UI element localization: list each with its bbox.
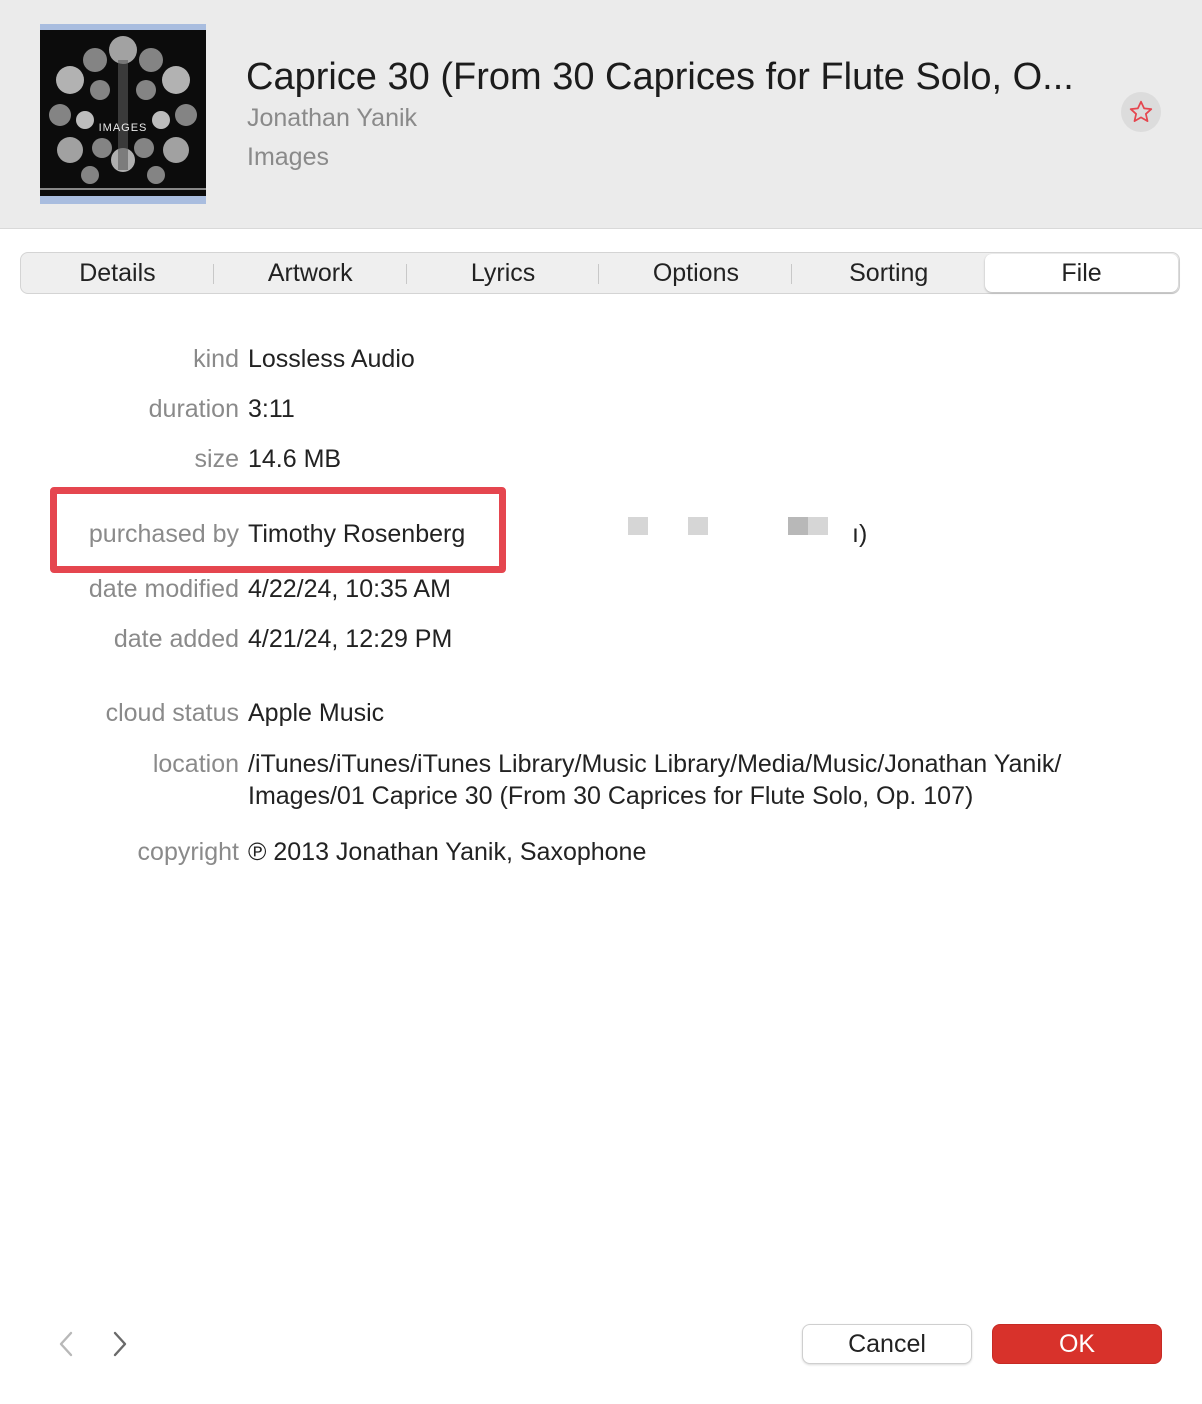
redacted-block bbox=[808, 517, 828, 535]
artwork-frame[interactable]: IMAGES bbox=[40, 24, 206, 204]
duration-value: 3:11 bbox=[248, 395, 295, 423]
tab-lyrics[interactable]: Lyrics bbox=[407, 253, 600, 293]
header: IMAGES Caprice 30 (From 30 Caprices for … bbox=[0, 0, 1202, 229]
copyright-label: copyright bbox=[137, 838, 239, 866]
ok-button[interactable]: OK bbox=[992, 1324, 1162, 1364]
location-label: location bbox=[152, 750, 239, 778]
kind-label: kind bbox=[193, 345, 239, 373]
duration-label: duration bbox=[148, 395, 239, 423]
date-modified-label: date modified bbox=[88, 575, 239, 603]
next-button[interactable] bbox=[106, 1326, 134, 1362]
date-modified-value: 4/22/24, 10:35 AM bbox=[248, 575, 451, 603]
album-name: Images bbox=[247, 143, 329, 171]
artist-name: Jonathan Yanik bbox=[247, 104, 418, 132]
purchased-by-value: Timothy Rosenberg bbox=[248, 520, 466, 548]
favorite-button[interactable] bbox=[1121, 92, 1161, 132]
artwork-text: IMAGES bbox=[98, 122, 148, 134]
tab-bar: Details Artwork Lyrics Options Sorting F… bbox=[20, 252, 1180, 294]
size-label: size bbox=[194, 445, 239, 473]
purchased-by-label: purchased by bbox=[88, 520, 239, 548]
tab-options[interactable]: Options bbox=[599, 253, 793, 293]
previous-button[interactable] bbox=[52, 1326, 80, 1362]
purchased-tail: ı) bbox=[852, 520, 868, 548]
cloud-status-label: cloud status bbox=[105, 699, 239, 727]
tab-artwork[interactable]: Artwork bbox=[214, 253, 407, 293]
date-added-value: 4/21/24, 12:29 PM bbox=[248, 625, 453, 653]
cancel-button[interactable]: Cancel bbox=[802, 1324, 972, 1364]
date-added-label: date added bbox=[113, 625, 239, 653]
album-artwork: IMAGES bbox=[40, 30, 206, 196]
redacted-block bbox=[788, 517, 808, 535]
tab-details[interactable]: Details bbox=[21, 253, 214, 293]
redacted-block bbox=[688, 517, 708, 535]
album-artwork-image bbox=[40, 30, 206, 196]
tab-file[interactable]: File bbox=[985, 254, 1178, 292]
tab-sorting[interactable]: Sorting bbox=[792, 253, 985, 293]
redacted-block bbox=[628, 517, 648, 535]
chevron-right-icon bbox=[113, 1331, 127, 1357]
song-title: Caprice 30 (From 30 Caprices for Flute S… bbox=[246, 56, 1074, 98]
location-value-line2[interactable]: Images/01 Caprice 30 (From 30 Caprices f… bbox=[248, 782, 973, 811]
location-value-line1[interactable]: /iTunes/iTunes/iTunes Library/Music Libr… bbox=[248, 750, 1061, 779]
cloud-status-value: Apple Music bbox=[248, 699, 385, 727]
size-value: 14.6 MB bbox=[248, 445, 342, 473]
chevron-left-icon bbox=[59, 1331, 73, 1357]
kind-value: Lossless Audio bbox=[248, 345, 415, 373]
star-outline-icon bbox=[1129, 100, 1153, 122]
copyright-value: ℗ 2013 Jonathan Yanik, Saxophone bbox=[248, 838, 647, 866]
